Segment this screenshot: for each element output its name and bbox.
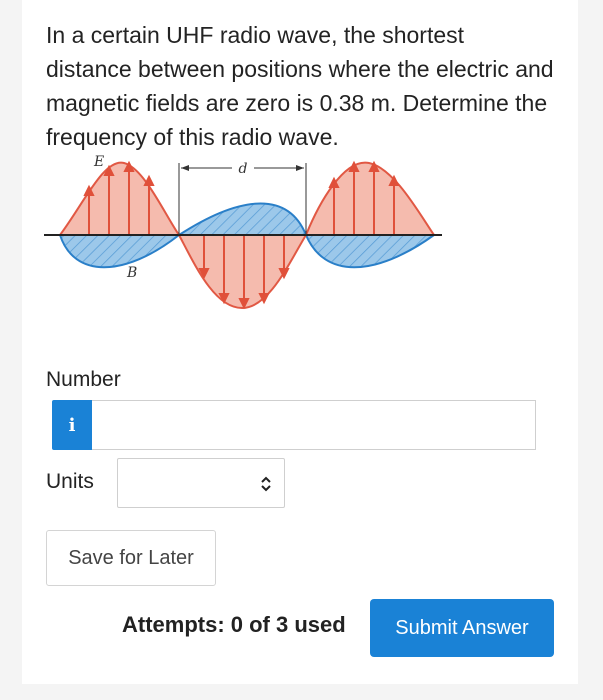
question-text: In a certain UHF radio wave, the shortes… — [46, 22, 554, 150]
info-icon[interactable]: i — [52, 400, 92, 450]
e-label: E — [93, 154, 104, 170]
d-label: d — [239, 161, 248, 177]
number-field-group: i — [52, 400, 536, 450]
e-field-lobe-1 — [58, 161, 181, 236]
number-input[interactable] — [92, 400, 536, 450]
updown-chevron-icon — [261, 476, 271, 492]
units-select[interactable] — [117, 458, 285, 508]
e-field-lobe-3 — [304, 161, 436, 236]
units-label: Units — [46, 470, 94, 493]
submit-answer-button[interactable]: Submit Answer — [370, 599, 554, 657]
b-label: B — [126, 265, 137, 281]
number-label: Number — [46, 368, 121, 391]
save-for-later-button[interactable]: Save for Later — [46, 530, 216, 586]
attempts-text: Attempts: 0 of 3 used — [122, 612, 346, 637]
em-wave-figure: d E B — [44, 154, 442, 310]
